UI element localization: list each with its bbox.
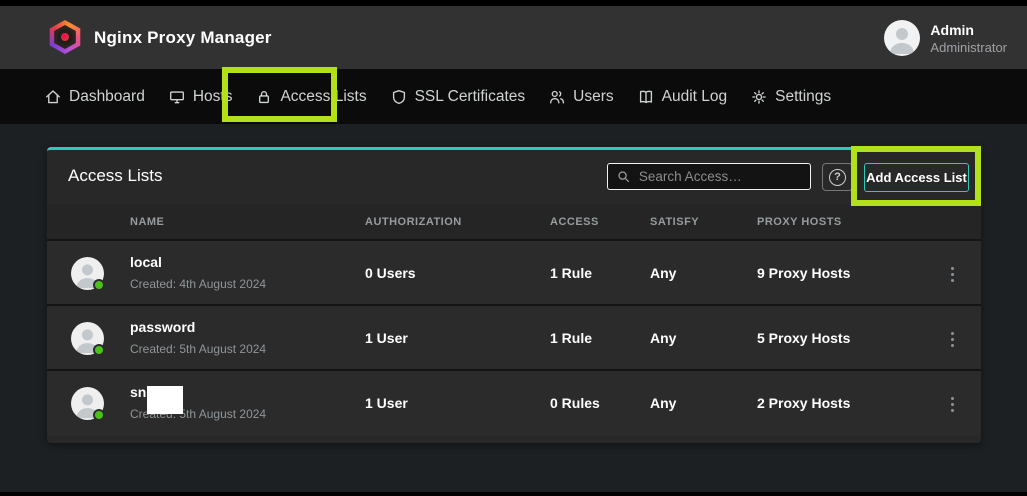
help-button[interactable]: ? — [822, 163, 853, 191]
access-list-name: local — [130, 254, 266, 271]
online-status-dot — [93, 279, 105, 291]
nginx-proxy-manager-app: Nginx Proxy Manager Admin Administrator … — [0, 0, 1027, 496]
window-bottom-edge — [0, 492, 1027, 496]
search-box — [607, 163, 811, 190]
search-icon — [616, 168, 631, 185]
home-icon — [44, 88, 62, 106]
authorization-value: 1 User — [365, 395, 408, 411]
created-date: Created: 5th August 2024 — [130, 341, 266, 357]
table-header: Name Authorization Access Satisfy Proxy … — [47, 204, 981, 241]
satisfy-value: Any — [650, 330, 676, 346]
table-row[interactable]: password Created: 5th August 2024 1 User… — [47, 306, 981, 371]
online-status-dot — [93, 409, 105, 421]
row-actions-kebab-icon[interactable] — [940, 390, 964, 418]
column-header-name: Name — [130, 216, 164, 228]
npm-logo-icon — [48, 20, 82, 54]
add-access-list-button[interactable]: Add Access List — [864, 163, 969, 192]
nav-item-access-lists[interactable]: Access Lists — [255, 88, 366, 106]
main-nav: Dashboard Hosts Access Lists SSL Certifi… — [0, 69, 1027, 124]
nav-item-users[interactable]: Users — [548, 88, 613, 106]
authorization-value: 0 Users — [365, 265, 416, 281]
access-list-name: password — [130, 319, 266, 336]
shield-icon — [390, 88, 408, 106]
table-row[interactable]: sn Created: 5th August 2024 1 User 0 Rul… — [47, 371, 981, 436]
users-icon — [548, 88, 566, 106]
column-header-authorization: Authorization — [365, 216, 462, 228]
user-name: Admin — [930, 21, 1007, 39]
access-value: 0 Rules — [550, 395, 600, 411]
table-row[interactable]: local Created: 4th August 2024 0 Users 1… — [47, 241, 981, 306]
access-value: 1 Rule — [550, 265, 592, 281]
nav-item-dashboard[interactable]: Dashboard — [44, 88, 145, 106]
satisfy-value: Any — [650, 395, 676, 411]
question-circle-icon: ? — [829, 169, 846, 186]
book-icon — [637, 88, 655, 106]
access-value: 1 Rule — [550, 330, 592, 346]
column-header-access: Access — [550, 216, 599, 228]
gear-icon — [750, 88, 768, 106]
access-lists-panel: Access Lists ? Add Access List Name Auth… — [47, 147, 981, 443]
person-icon — [884, 20, 920, 56]
created-date: Created: 4th August 2024 — [130, 276, 266, 292]
proxy-hosts-value: 5 Proxy Hosts — [757, 330, 850, 346]
row-actions-kebab-icon[interactable] — [940, 260, 964, 288]
nav-item-settings[interactable]: Settings — [750, 88, 831, 106]
search-input[interactable] — [639, 169, 802, 184]
lock-icon — [255, 88, 273, 106]
app-header: Nginx Proxy Manager Admin Administrator — [0, 6, 1027, 69]
column-header-proxy-hosts: Proxy Hosts — [757, 216, 842, 228]
row-avatar — [71, 322, 104, 355]
online-status-dot — [93, 344, 105, 356]
panel-titlebar: Access Lists ? Add Access List — [47, 150, 981, 204]
proxy-hosts-value: 9 Proxy Hosts — [757, 265, 850, 281]
user-menu[interactable]: Admin Administrator — [884, 20, 1007, 56]
row-avatar — [71, 387, 104, 420]
nav-item-audit-log[interactable]: Audit Log — [637, 88, 728, 106]
authorization-value: 1 User — [365, 330, 408, 346]
proxy-hosts-value: 2 Proxy Hosts — [757, 395, 850, 411]
nav-item-hosts[interactable]: Hosts — [168, 88, 233, 106]
satisfy-value: Any — [650, 265, 676, 281]
column-header-satisfy: Satisfy — [650, 216, 699, 228]
row-actions-kebab-icon[interactable] — [940, 325, 964, 353]
page-title: Access Lists — [68, 166, 162, 186]
user-avatar — [884, 20, 920, 56]
row-avatar — [71, 257, 104, 290]
nav-item-ssl-certificates[interactable]: SSL Certificates — [390, 88, 526, 106]
monitor-icon — [168, 88, 186, 106]
redaction-box — [147, 386, 183, 414]
user-role: Administrator — [930, 39, 1007, 56]
app-title: Nginx Proxy Manager — [94, 28, 272, 48]
